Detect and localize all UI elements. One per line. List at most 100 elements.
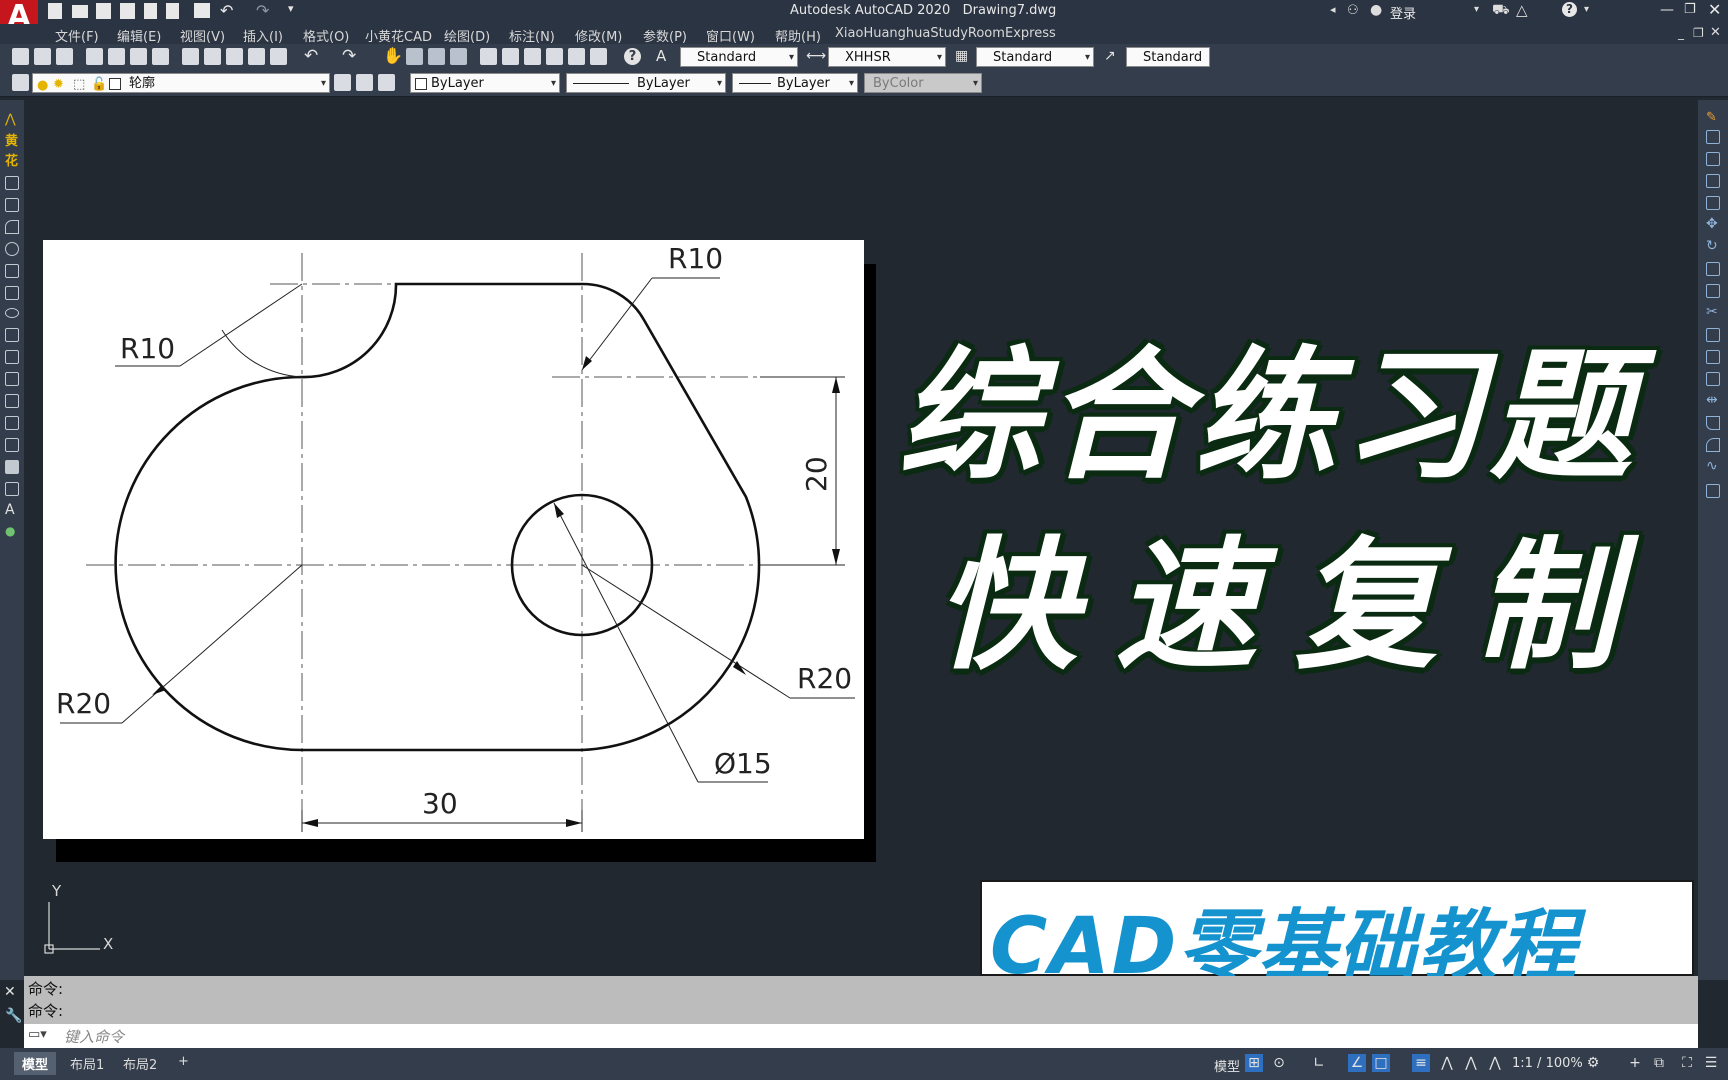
layer-previous-icon[interactable] [356,74,373,91]
layer-properties-icon[interactable] [12,74,29,91]
point-icon[interactable] [5,394,19,408]
menu-xhh-cad[interactable]: 小黄花CAD [365,26,432,45]
mirror-icon[interactable] [1706,152,1720,166]
trim-icon[interactable]: ✂ [1706,304,1718,320]
restore-icon[interactable]: ❐ [1684,2,1696,17]
save-icon[interactable] [96,3,111,19]
save-web-icon[interactable] [166,3,179,19]
polygon-icon[interactable] [5,176,19,190]
make-block-icon[interactable] [5,372,19,386]
annotation-visibility-icon[interactable]: ⋀ [1438,1054,1456,1072]
menu-format[interactable]: 格式(O) [303,26,349,45]
pan-icon[interactable]: ✋ [383,46,403,65]
ortho-icon[interactable]: ∟ [1310,1054,1328,1072]
zoom-window-icon[interactable] [428,48,445,65]
menu-modify[interactable]: 修改(M) [575,26,622,45]
tab-layout1[interactable]: 布局1 [62,1052,112,1075]
command-settings-icon[interactable]: 🔧 [5,1008,22,1024]
customization-icon[interactable]: ☰ [1702,1054,1720,1072]
offset-icon[interactable] [1706,174,1720,188]
command-prompt-icon[interactable]: ▭▾ [28,1027,47,1042]
xhh-tool-hua[interactable]: 花 [5,150,18,169]
publish-icon[interactable] [130,48,147,65]
markup-icon[interactable] [568,48,585,65]
annotation-scale-icon[interactable]: ⋀ [1486,1054,1504,1072]
chamfer-icon[interactable] [1706,416,1720,430]
help-dropdown-icon[interactable]: ▾ [1584,4,1589,15]
polar-icon[interactable]: ∠ [1348,1054,1366,1072]
menu-parametric[interactable]: 参数(P) [643,26,687,45]
help-icon[interactable]: ? [1562,2,1577,17]
zoom-realtime-icon[interactable] [406,48,423,65]
lineweight-icon[interactable]: ≡ [1412,1054,1430,1072]
annotation-monitor-icon[interactable]: + [1626,1054,1644,1072]
preview-icon[interactable] [108,48,125,65]
xhh-logo-icon[interactable]: ⋀ [5,112,16,127]
break-point-icon[interactable] [1706,350,1720,364]
add-layout-tab[interactable]: + [170,1052,197,1071]
revcloud-icon[interactable] [5,264,19,278]
erase-icon[interactable]: ✎ [1706,110,1717,125]
clean-screen-icon[interactable]: ⛶ [1678,1054,1696,1072]
menu-window[interactable]: 窗口(W) [706,26,755,45]
mtext-icon[interactable]: A [5,502,15,518]
search-arrow-icon[interactable]: ◂ [1330,3,1336,16]
spline-icon[interactable] [5,286,19,300]
login-link[interactable]: 登录 [1390,3,1416,22]
tab-layout2[interactable]: 布局2 [115,1052,165,1075]
paste-icon[interactable] [226,48,243,65]
design-center-icon[interactable] [502,48,519,65]
xhh-tool-huang[interactable]: 黄 [5,130,18,149]
explode-icon[interactable] [1706,484,1720,498]
login-dropdown-icon[interactable]: ▾ [1474,4,1479,15]
mleader-style-select[interactable]: Standard [1126,47,1210,67]
open-file-icon[interactable] [34,48,51,65]
zoom-previous-icon[interactable] [450,48,467,65]
doc-minimize-icon[interactable]: _ [1678,26,1684,40]
grid-icon[interactable]: ⊞ [1245,1054,1263,1072]
binoculars-icon[interactable]: ⚇ [1347,3,1359,18]
layer-state-icon[interactable] [378,74,395,91]
doc-close-icon[interactable]: ✕ [1710,25,1721,40]
layer-select[interactable]: ● ✹ ⬚ 🔓 轮廓 ▾ [32,73,330,93]
rotate-icon[interactable]: ↻ [1706,238,1718,254]
rectangle-icon[interactable] [5,198,19,212]
break-icon[interactable] [1706,372,1720,386]
menu-view[interactable]: 视图(V) [180,26,225,45]
plot-icon[interactable] [194,3,210,18]
color-select[interactable]: ByLayer ▾ [410,73,560,93]
user-icon[interactable]: ● [1370,2,1382,18]
doc-restore-icon[interactable]: ❐ [1693,26,1704,40]
menu-file[interactable]: 文件(F) [55,26,99,45]
stretch-icon[interactable] [1706,284,1720,298]
extend-icon[interactable] [1706,328,1720,342]
annotation-scale-value[interactable]: 1:1 / 100% [1512,1056,1583,1071]
menu-express[interactable]: Express [1005,26,1056,41]
menu-insert[interactable]: 插入(I) [243,26,283,45]
new-icon[interactable] [48,3,62,19]
scale-icon[interactable] [1706,262,1720,276]
autodesk-a360-icon[interactable]: △ [1516,1,1528,19]
print-icon[interactable] [86,48,103,65]
arc-icon[interactable] [5,220,19,234]
add-selected-icon[interactable]: ● [5,524,15,538]
isolate-objects-icon[interactable]: ⧉ [1650,1054,1668,1072]
menu-help[interactable]: 帮助(H) [775,26,821,45]
qat-dropdown-icon[interactable]: ▾ [288,2,294,15]
ellipse-arc-icon[interactable] [5,328,19,342]
menu-dimension[interactable]: 标注(N) [509,26,555,45]
close-icon[interactable]: ✕ [1708,0,1721,19]
insert-block-icon[interactable] [5,350,19,364]
lineweight-select[interactable]: ByLayer ▾ [732,73,858,93]
linetype-select[interactable]: ByLayer ▾ [566,73,726,93]
open-web-icon[interactable] [144,3,157,19]
join-icon[interactable]: ⇹ [1706,392,1718,408]
3dprint-icon[interactable] [152,48,169,65]
quickcalc-icon[interactable] [590,48,607,65]
circle-icon[interactable] [5,242,19,256]
model-space-button[interactable]: 模型 [1214,1056,1240,1075]
dim-style-select[interactable]: XHHSR ▾ [828,47,946,67]
make-current-icon[interactable] [334,74,351,91]
qnew-icon[interactable] [12,48,29,65]
properties-icon[interactable] [480,48,497,65]
